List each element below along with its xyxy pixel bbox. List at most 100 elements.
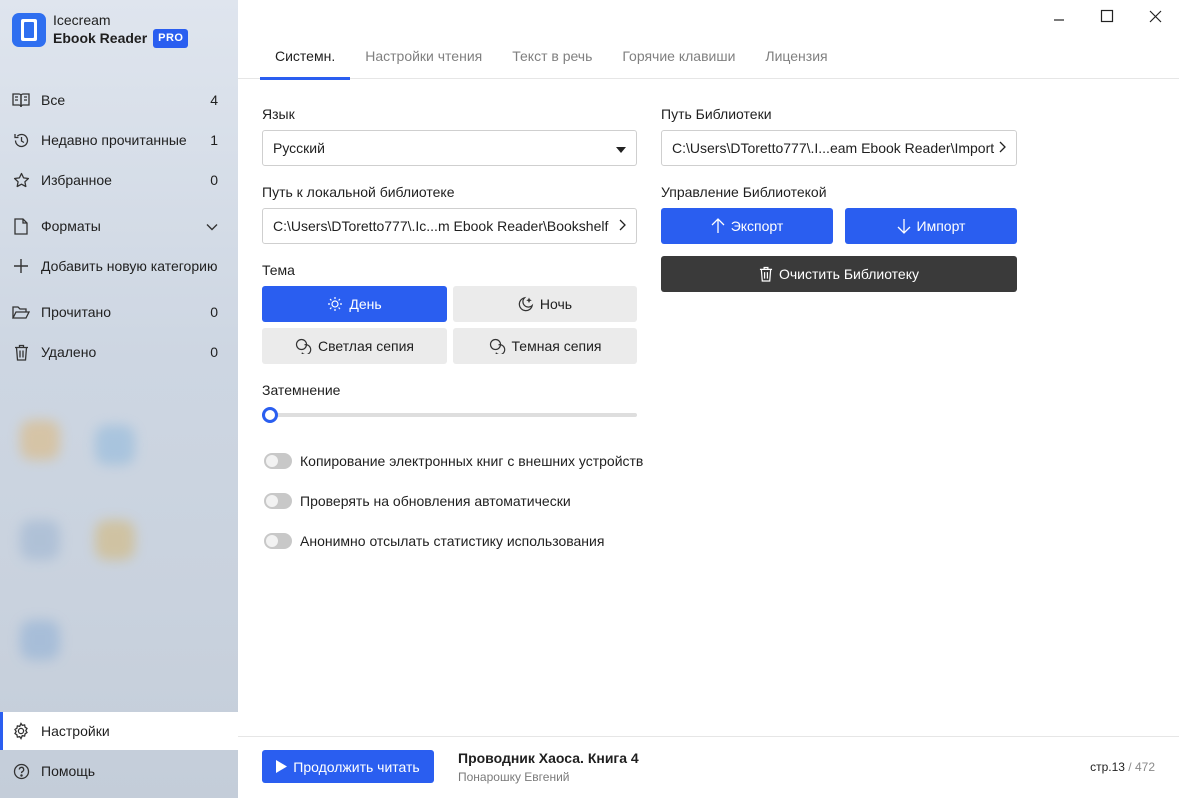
slider-track xyxy=(262,413,637,417)
slider-thumb[interactable] xyxy=(262,407,278,423)
language-select[interactable]: Русский xyxy=(262,130,637,166)
sidebar-item-label: Избранное xyxy=(41,172,112,188)
folder-open-icon xyxy=(12,303,30,321)
sidebar-item-label: Все xyxy=(41,92,66,108)
language-label: Язык xyxy=(262,106,295,122)
theme-night-button[interactable]: Ночь xyxy=(453,286,637,322)
clear-library-button[interactable]: Очистить Библиотеку xyxy=(661,256,1017,292)
sidebar-item-count: 0 xyxy=(210,304,218,320)
sidebar-item-settings[interactable]: Настройки xyxy=(0,712,238,750)
star-icon xyxy=(12,171,30,189)
app-logo-icon xyxy=(12,13,46,47)
sidebar-item-deleted[interactable]: Удалено 0 xyxy=(0,334,238,370)
chevron-down-icon xyxy=(206,218,218,234)
continue-reading-label: Продолжить читать xyxy=(293,758,420,775)
history-icon xyxy=(12,131,30,149)
maximize-button[interactable] xyxy=(1083,4,1131,28)
toggle-switch[interactable] xyxy=(264,533,292,549)
trash-icon xyxy=(12,343,30,361)
sidebar-item-label: Удалено xyxy=(41,344,97,360)
import-button[interactable]: Импорт xyxy=(845,208,1017,244)
sidebar-item-read[interactable]: Прочитано 0 xyxy=(0,294,238,330)
moon-icon xyxy=(518,296,534,312)
app-name-line2: Ebook Reader xyxy=(53,30,148,46)
sidebar: Icecream Ebook Reader PRO Все 4 Недавно п… xyxy=(0,0,238,798)
book-open-icon xyxy=(12,91,30,109)
window-controls xyxy=(1035,4,1179,28)
import-label: Импорт xyxy=(916,218,966,234)
trash-icon xyxy=(759,266,773,282)
toggle-auto-update[interactable]: Проверять на обновления автоматически xyxy=(264,491,571,511)
theme-day-label: День xyxy=(349,296,382,312)
minimize-button[interactable] xyxy=(1035,4,1083,28)
play-icon xyxy=(276,760,288,773)
dimming-label: Затемнение xyxy=(262,382,341,398)
sidebar-item-label: Помощь xyxy=(41,763,96,779)
background-decoration xyxy=(95,520,135,560)
continue-reading-button[interactable]: Продолжить читать xyxy=(262,750,434,783)
theme-light-sepia-label: Светлая сепия xyxy=(317,338,414,354)
sidebar-item-add-category[interactable]: Добавить новую категорию xyxy=(0,248,238,284)
theme-dark-sepia-label: Темная сепия xyxy=(511,338,602,354)
theme-light-sepia-button[interactable]: Светлая сепия xyxy=(262,328,447,364)
sepia-icon xyxy=(295,338,312,354)
sidebar-item-recent[interactable]: Недавно прочитанные 1 xyxy=(0,122,238,158)
tab-text-to-speech[interactable]: Текст в речь xyxy=(497,40,607,79)
sidebar-item-favorites[interactable]: Избранное 0 xyxy=(0,162,238,198)
tab-system[interactable]: Системн. xyxy=(260,40,351,80)
help-icon xyxy=(12,762,30,780)
sun-icon xyxy=(327,296,343,312)
library-path-value: C:\Users\DToretto777\.I...eam Ebook Read… xyxy=(672,140,995,156)
local-library-path-field[interactable]: C:\Users\DToretto777\.Ic...m Ebook Reade… xyxy=(262,208,637,244)
toggle-label: Проверять на обновления автоматически xyxy=(300,493,571,509)
sidebar-item-count: 0 xyxy=(210,344,218,360)
plus-icon xyxy=(12,257,30,275)
local-library-path-value: C:\Users\DToretto777\.Ic...m Ebook Reade… xyxy=(273,218,609,234)
sidebar-item-formats[interactable]: Форматы xyxy=(0,208,238,244)
toggle-switch[interactable] xyxy=(264,493,292,509)
background-decoration xyxy=(95,425,135,465)
dimming-slider[interactable] xyxy=(262,406,637,424)
close-icon xyxy=(1149,10,1161,22)
page-current: 13 xyxy=(1111,760,1125,774)
export-button[interactable]: Экспорт xyxy=(661,208,833,244)
file-icon xyxy=(12,217,30,235)
app-name-line1: Icecream xyxy=(53,12,111,28)
toggle-copy-external[interactable]: Копирование электронных книг с внешних у… xyxy=(264,451,643,471)
chevron-right-icon xyxy=(999,140,1006,156)
sidebar-item-count: 0 xyxy=(210,172,218,188)
tab-hotkeys[interactable]: Горячие клавиши xyxy=(607,40,750,79)
sidebar-item-count: 4 xyxy=(210,92,218,108)
sidebar-item-count: 1 xyxy=(210,132,218,148)
toggle-anonymous-stats[interactable]: Анонимно отсылать статистику использован… xyxy=(264,531,604,551)
arrow-up-icon xyxy=(711,218,725,234)
tab-reading-settings[interactable]: Настройки чтения xyxy=(350,40,497,79)
theme-label: Тема xyxy=(262,262,295,278)
app-brand: Icecream Ebook Reader PRO xyxy=(12,12,189,48)
pro-badge: PRO xyxy=(153,29,189,48)
theme-night-label: Ночь xyxy=(539,296,573,312)
export-label: Экспорт xyxy=(730,218,784,234)
background-decoration xyxy=(20,620,60,660)
local-library-label: Путь к локальной библиотеке xyxy=(262,184,455,200)
toggle-switch[interactable] xyxy=(264,453,292,469)
sidebar-item-label: Настройки xyxy=(41,723,110,739)
theme-dark-sepia-button[interactable]: Темная сепия xyxy=(453,328,637,364)
theme-day-button[interactable]: День xyxy=(262,286,447,322)
language-value: Русский xyxy=(273,140,325,156)
reading-footer: Продолжить читать Проводник Хаоса. Книга… xyxy=(238,736,1179,798)
toggle-label: Анонимно отсылать статистику использован… xyxy=(300,533,605,549)
tab-license[interactable]: Лицензия xyxy=(750,40,842,79)
close-button[interactable] xyxy=(1131,4,1179,28)
library-management-label: Управление Библиотекой xyxy=(661,184,827,200)
sidebar-item-all[interactable]: Все 4 xyxy=(0,82,238,118)
sidebar-item-label: Добавить новую категорию xyxy=(41,258,218,274)
chevron-right-icon xyxy=(619,218,626,234)
settings-tabs: Системн. Настройки чтения Текст в речь Г… xyxy=(238,40,1179,80)
book-title: Проводник Хаоса. Книга 4 xyxy=(458,750,639,766)
sidebar-item-help[interactable]: Помощь xyxy=(0,753,238,789)
library-path-field[interactable]: C:\Users\DToretto777\.I...eam Ebook Read… xyxy=(661,130,1017,166)
library-path-label: Путь Библиотеки xyxy=(661,106,772,122)
sidebar-item-label: Недавно прочитанные xyxy=(41,132,187,148)
page-total: / 472 xyxy=(1128,760,1155,774)
